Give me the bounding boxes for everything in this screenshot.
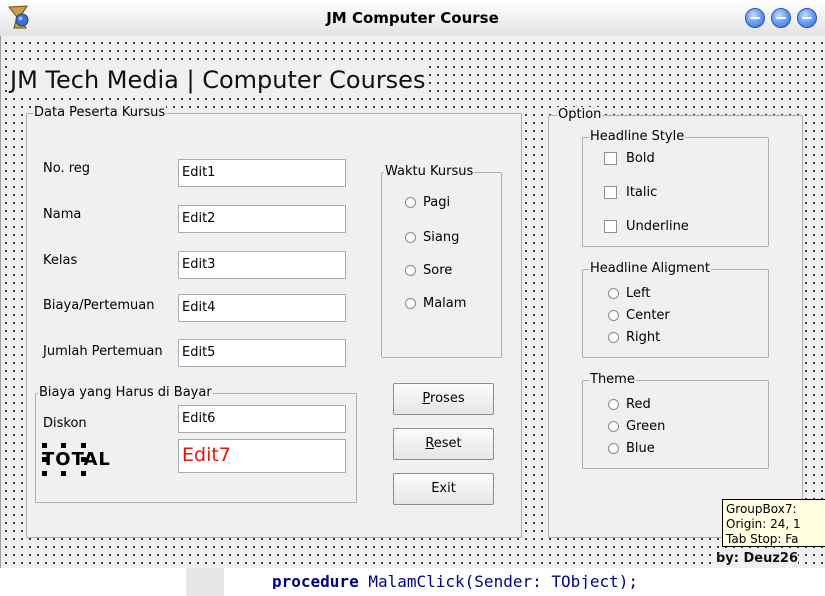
radio-circle-icon	[608, 332, 619, 343]
edit4-field[interactable]: Edit4	[178, 294, 346, 322]
selection-handle[interactable]	[61, 471, 66, 476]
exit-button[interactable]: Exit	[393, 473, 494, 505]
radio-circle-icon	[405, 197, 416, 208]
selection-handle[interactable]	[81, 471, 86, 476]
radio-label: Malam	[423, 296, 467, 311]
checkbox-italic[interactable]: Italic	[604, 185, 657, 200]
code-keyword: procedure	[272, 572, 359, 591]
groupbox-caption: Theme	[589, 372, 636, 388]
close-button[interactable]	[797, 8, 817, 28]
checkbox-label: Underline	[626, 219, 689, 234]
close-icon	[802, 17, 812, 19]
edit7-field[interactable]: Edit7	[178, 439, 346, 473]
minimize-button[interactable]	[745, 8, 765, 28]
edit3-field[interactable]: Edit3	[178, 251, 346, 279]
code-rest: MalamClick(Sender: TObject);	[358, 572, 639, 591]
byline-label: by: Deuz26	[716, 551, 799, 566]
selection-handle[interactable]	[42, 443, 47, 448]
proses-button[interactable]: Proses	[393, 383, 494, 415]
edit1-field[interactable]: Edit1	[178, 159, 346, 187]
selection-handle[interactable]	[81, 457, 86, 462]
checkbox-label: Bold	[626, 151, 655, 166]
edit5-field[interactable]: Edit5	[178, 339, 346, 367]
tooltip-line: Origin: 24, 1	[726, 517, 801, 531]
radio-sore[interactable]: Sore	[405, 263, 452, 278]
radio-siang[interactable]: Siang	[405, 230, 459, 245]
selection-handle[interactable]	[42, 471, 47, 476]
radio-right[interactable]: Right	[608, 330, 660, 345]
maximize-button[interactable]	[771, 8, 791, 28]
radio-circle-icon	[405, 232, 416, 243]
groupbox-caption: Biaya yang Harus di Bayar	[38, 385, 213, 401]
page-heading: JM Tech Media | Computer Courses	[10, 66, 426, 94]
checkbox-icon	[604, 186, 617, 199]
radio-green[interactable]: Green	[608, 419, 665, 434]
groupbox-caption: Option	[557, 107, 603, 123]
radio-pagi[interactable]: Pagi	[405, 195, 450, 210]
button-label: eset	[433, 436, 462, 451]
radio-label: Left	[626, 286, 651, 301]
selection-handle[interactable]	[42, 457, 47, 462]
minimize-icon	[750, 17, 760, 19]
hotkey-letter: P	[422, 391, 431, 406]
label-total[interactable]: TOTAL	[42, 449, 111, 470]
radio-label: Pagi	[423, 195, 451, 210]
groupbox-caption: Data Peserta Kursus	[33, 105, 167, 121]
radio-red[interactable]: Red	[608, 397, 651, 412]
selection-handle[interactable]	[61, 443, 66, 448]
maximize-icon	[776, 17, 786, 19]
window-title: JM Computer Course	[326, 9, 499, 27]
radio-circle-icon	[608, 288, 619, 299]
tooltip-line: GroupBox7:	[726, 502, 797, 516]
radio-label: Sore	[423, 263, 453, 278]
radio-label: Center	[626, 308, 670, 323]
radio-label: Red	[626, 397, 651, 412]
checkbox-label: Italic	[626, 185, 658, 200]
label-biaya-pertemuan: Biaya/Pertemuan	[43, 298, 155, 313]
edit2-field[interactable]: Edit2	[178, 205, 346, 233]
label-no-reg: No. reg	[43, 161, 91, 176]
groupbox-caption: Headline Style	[589, 129, 686, 145]
label-diskon: Diskon	[43, 416, 87, 431]
code-editor-gutter	[186, 568, 224, 596]
groupbox-caption: Headline Aligment	[589, 261, 711, 277]
radio-left[interactable]: Left	[608, 286, 650, 301]
radio-label: Right	[626, 330, 661, 345]
tooltip-line: Tab Stop: Fa	[726, 532, 799, 546]
radio-circle-icon	[608, 310, 619, 321]
button-label: roses	[430, 391, 465, 406]
radio-circle-icon	[608, 399, 619, 410]
label-nama: Nama	[43, 207, 82, 222]
groupbox-caption: Waktu Kursus	[384, 164, 475, 180]
radio-circle-icon	[608, 421, 619, 432]
radio-circle-icon	[405, 265, 416, 276]
radio-center[interactable]: Center	[608, 308, 670, 323]
checkbox-icon	[604, 220, 617, 233]
checkbox-underline[interactable]: Underline	[604, 219, 689, 234]
radio-circle-icon	[608, 443, 619, 454]
radio-label: Siang	[423, 230, 460, 245]
component-hint-tooltip: GroupBox7: Origin: 24, 1 Tab Stop: Fa	[722, 499, 825, 547]
radio-label: Blue	[626, 441, 655, 456]
checkbox-icon	[604, 152, 617, 165]
hotkey-letter: R	[425, 436, 434, 451]
radio-circle-icon	[405, 298, 416, 309]
label-kelas: Kelas	[43, 253, 78, 268]
edit6-field[interactable]: Edit6	[178, 405, 346, 433]
radio-blue[interactable]: Blue	[608, 441, 655, 456]
checkbox-bold[interactable]: Bold	[604, 151, 655, 166]
selection-handle[interactable]	[81, 443, 86, 448]
radio-malam[interactable]: Malam	[405, 296, 466, 311]
label-jumlah-pertemuan: Jumlah Pertemuan	[43, 344, 163, 359]
radio-label: Green	[626, 419, 666, 434]
reset-button[interactable]: Reset	[393, 428, 494, 460]
